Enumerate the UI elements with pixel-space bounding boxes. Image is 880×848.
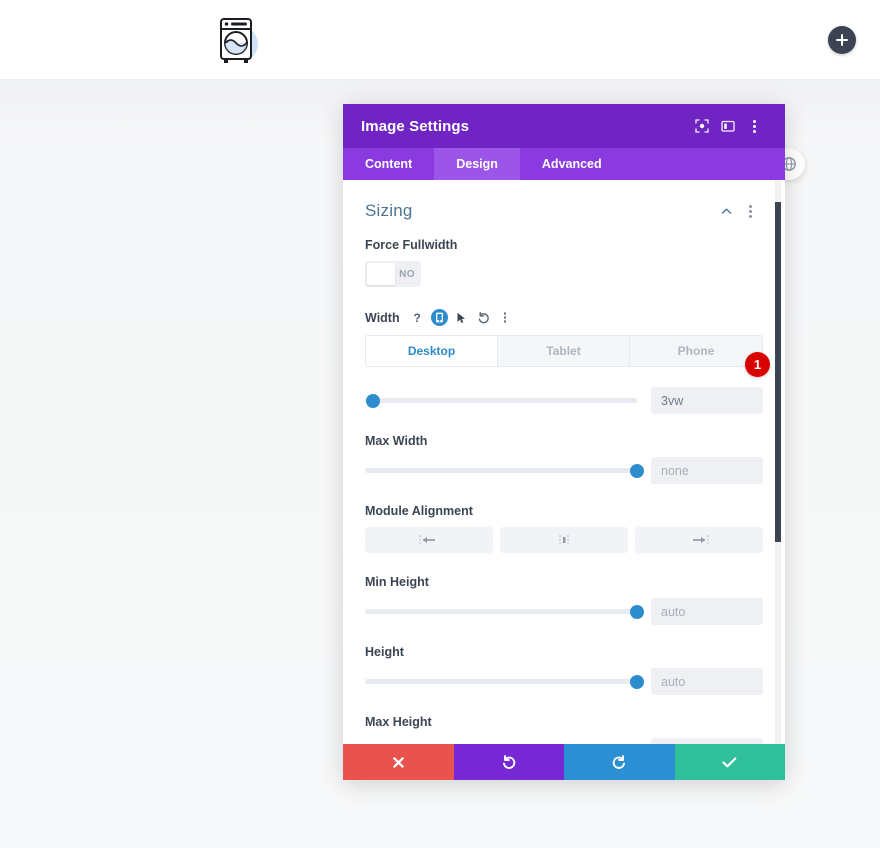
- tab-advanced[interactable]: Advanced: [520, 148, 624, 180]
- tab-content[interactable]: Content: [343, 148, 434, 180]
- max-width-slider[interactable]: [365, 462, 644, 480]
- section-header-sizing[interactable]: Sizing: [365, 180, 763, 238]
- height-value-input[interactable]: auto: [651, 668, 763, 695]
- add-button[interactable]: [828, 26, 856, 54]
- layout-panel-icon[interactable]: [715, 113, 741, 139]
- field-min-height: Min Height auto: [365, 575, 763, 645]
- slider-track: [365, 609, 637, 614]
- width-slider[interactable]: [365, 392, 637, 410]
- settings-scroll-area: Sizing Force Fullwidth NO Width ? Deskto…: [343, 180, 785, 744]
- max-height-slider[interactable]: [365, 743, 637, 745]
- label-max-height: Max Height: [365, 715, 432, 729]
- scrollbar-thumb[interactable]: [775, 202, 781, 542]
- field-width: Width ? Desktop Tablet Phone 3vw: [365, 309, 763, 434]
- slider-track: [365, 679, 637, 684]
- modal-body: Sizing Force Fullwidth NO Width ? Deskto…: [343, 180, 785, 744]
- page-top-bar: [0, 0, 880, 80]
- slider-thumb[interactable]: [630, 604, 644, 619]
- label-width: Width ?: [365, 309, 763, 326]
- min-height-value-input[interactable]: auto: [651, 598, 763, 625]
- label-height: Height: [365, 645, 404, 659]
- washing-machine-icon: [216, 12, 264, 68]
- responsive-tab-phone[interactable]: Phone: [630, 336, 762, 366]
- cancel-button[interactable]: [343, 744, 454, 780]
- field-height: Height auto: [365, 645, 763, 715]
- reset-undo-icon[interactable]: [475, 309, 492, 326]
- height-slider[interactable]: [365, 673, 644, 691]
- slider-row-height: auto: [365, 668, 763, 695]
- force-fullwidth-toggle[interactable]: NO: [365, 261, 421, 287]
- modal-header: Image Settings: [343, 104, 785, 148]
- label-max-width: Max Width: [365, 434, 428, 448]
- slider-track: [365, 398, 637, 403]
- field-module-alignment: Module Alignment: [365, 504, 763, 575]
- undo-button[interactable]: [453, 744, 564, 780]
- section-more-icon-sizing[interactable]: [737, 198, 763, 224]
- slider-row-width: 3vw: [365, 387, 763, 414]
- slider-thumb[interactable]: [630, 674, 644, 689]
- toggle-value-label: NO: [399, 268, 415, 280]
- slider-thumb[interactable]: [630, 463, 644, 478]
- field-max-width: Max Width none: [365, 434, 763, 504]
- more-vertical-icon[interactable]: [497, 309, 514, 326]
- modal-footer-actions: [343, 744, 785, 780]
- max-height-value-input[interactable]: none: [651, 738, 763, 744]
- field-force-fullwidth: Force Fullwidth NO: [365, 238, 763, 309]
- chevron-up-icon[interactable]: [715, 200, 737, 222]
- min-height-slider[interactable]: [365, 603, 644, 621]
- slider-row-max-width: none: [365, 457, 763, 484]
- cursor-pointer-icon[interactable]: [453, 309, 470, 326]
- image-settings-modal: Image Settings Content Design Advanced S…: [343, 104, 785, 780]
- redo-button[interactable]: [564, 744, 675, 780]
- slider-row-max-height: none: [365, 738, 763, 744]
- align-left-icon[interactable]: [365, 527, 493, 553]
- modal-tab-bar: Content Design Advanced: [343, 148, 785, 180]
- toggle-knob: [367, 263, 395, 285]
- slider-track: [365, 468, 637, 473]
- field-max-height: Max Height none: [365, 715, 763, 744]
- align-center-icon[interactable]: [500, 527, 628, 553]
- save-button[interactable]: [674, 744, 785, 780]
- focus-target-icon[interactable]: [689, 113, 715, 139]
- module-alignment-group: [365, 527, 763, 553]
- more-vertical-icon[interactable]: [741, 113, 767, 139]
- responsive-device-icon[interactable]: [430, 309, 448, 326]
- label-min-height: Min Height: [365, 575, 429, 589]
- modal-title: Image Settings: [361, 117, 470, 135]
- responsive-tab-desktop[interactable]: Desktop: [366, 336, 498, 366]
- tab-design[interactable]: Design: [434, 148, 520, 180]
- width-value-input[interactable]: 3vw: [651, 387, 763, 414]
- slider-row-min-height: auto: [365, 598, 763, 625]
- align-right-icon[interactable]: [635, 527, 763, 553]
- responsive-tab-tablet[interactable]: Tablet: [498, 336, 630, 366]
- label-module-alignment: Module Alignment: [365, 504, 473, 518]
- label-force-fullwidth: Force Fullwidth: [365, 238, 458, 252]
- slider-thumb[interactable]: [366, 393, 381, 408]
- status-badge-1: 1: [745, 352, 770, 377]
- section-title-sizing: Sizing: [365, 201, 413, 220]
- responsive-tab-group-width: Desktop Tablet Phone: [365, 335, 763, 367]
- help-icon[interactable]: ?: [409, 309, 426, 326]
- max-width-value-input[interactable]: none: [651, 457, 763, 484]
